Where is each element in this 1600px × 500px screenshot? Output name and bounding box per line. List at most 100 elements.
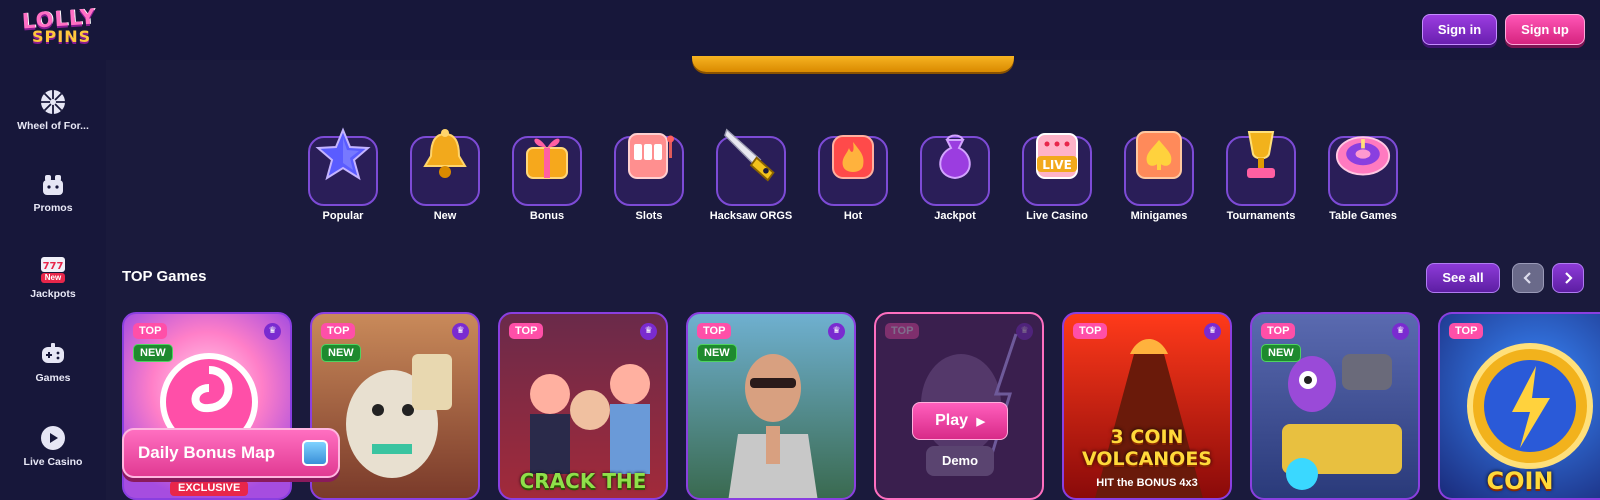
- category-label: Bonus: [529, 210, 565, 222]
- category-jackpot[interactable]: Jackpot: [910, 134, 1000, 223]
- sidebar-item-label: Wheel of For...: [17, 120, 89, 132]
- top-badge: TOP: [1073, 323, 1108, 339]
- category-label: Minigames: [1130, 210, 1188, 222]
- chevron-left-icon: [1523, 272, 1531, 284]
- wheel-icon: [39, 88, 67, 116]
- logo-text-line1: LOLLY: [21, 4, 97, 34]
- category-tile: [512, 136, 582, 206]
- top-badge: TOP: [697, 323, 732, 339]
- crown-icon: ♛: [1204, 323, 1221, 340]
- top-games-title: TOP Games: [122, 268, 207, 285]
- crown-icon: ♛: [452, 323, 469, 340]
- category-tile: [920, 134, 990, 206]
- category-label: Live Casino: [1026, 210, 1088, 222]
- game-thumbnail: [1064, 314, 1230, 498]
- new-badge: NEW: [697, 344, 737, 362]
- live-dice-icon: LIVE: [1029, 126, 1085, 182]
- play-label: Play: [935, 412, 968, 429]
- category-slots[interactable]: Slots: [604, 133, 694, 223]
- category-table-games[interactable]: Table Games: [1318, 136, 1408, 223]
- sidebar-item-label: Jackpots: [30, 288, 76, 300]
- crown-icon: ♛: [264, 323, 281, 340]
- gamepad-icon: [39, 340, 67, 368]
- exclusive-badge: EXCLUSIVE: [170, 481, 249, 496]
- category-label: Popular: [322, 210, 364, 222]
- sidebar-item-jackpots[interactable]: 777 New Jackpots: [0, 254, 106, 300]
- game-title: COIN: [1486, 467, 1554, 495]
- sidebar-item-label: Live Casino: [23, 456, 83, 468]
- category-label: Table Games: [1329, 210, 1397, 222]
- category-popular[interactable]: Popular: [298, 127, 388, 223]
- new-badge: NEW: [133, 344, 173, 362]
- category-tile: [1226, 131, 1296, 206]
- category-label: Tournaments: [1226, 210, 1296, 222]
- category-label: Hot: [843, 210, 863, 222]
- sign-in-button[interactable]: Sign in: [1422, 14, 1497, 45]
- category-tile: [818, 135, 888, 206]
- category-live-casino[interactable]: LIVE Live Casino: [1012, 133, 1102, 223]
- new-badge: New: [40, 273, 66, 283]
- sidebar-item-games[interactable]: Games: [0, 340, 106, 384]
- daily-bonus-map-button[interactable]: Daily Bonus Map: [122, 428, 340, 478]
- play-circle-icon: [39, 424, 67, 452]
- crown-icon: ♛: [640, 323, 657, 340]
- gift-icon: [302, 440, 328, 466]
- carousel-prev-button[interactable]: [1512, 263, 1544, 293]
- sidebar-item-live-casino[interactable]: Live Casino: [0, 424, 106, 468]
- category-hot[interactable]: Hot: [808, 135, 898, 223]
- crown-icon: ♛: [1016, 323, 1033, 340]
- new-badge: NEW: [321, 344, 361, 362]
- gift-icon: [39, 170, 67, 198]
- category-minigames[interactable]: Minigames: [1114, 131, 1204, 223]
- bell-icon: [417, 126, 473, 182]
- game-card[interactable]: TOP NEW ♛: [1250, 312, 1420, 500]
- slot-machine-icon: 777 New: [39, 254, 67, 284]
- sidebar-item-wheel-of-fortune[interactable]: Wheel of For...: [0, 88, 106, 132]
- play-button[interactable]: Play ▶: [912, 402, 1008, 440]
- game-card[interactable]: TOP ♛ CRACK THE: [498, 312, 668, 500]
- demo-button[interactable]: Demo: [926, 446, 994, 476]
- game-subtitle: HIT the BONUS 4x3: [1096, 477, 1198, 489]
- slot-machine-icon: [621, 126, 677, 182]
- game-thumbnail: [688, 314, 854, 498]
- chevron-right-icon: [1565, 272, 1573, 284]
- live-art-text: LIVE: [1042, 158, 1072, 172]
- category-bonus[interactable]: Bonus: [502, 136, 592, 223]
- top-badge: TOP: [1449, 323, 1484, 339]
- category-tile: [1328, 136, 1398, 206]
- see-all-button[interactable]: See all: [1426, 263, 1500, 293]
- sign-up-button[interactable]: Sign up: [1505, 14, 1585, 45]
- top-badge: TOP: [133, 323, 168, 339]
- game-card[interactable]: TOP NEW ♛: [686, 312, 856, 500]
- game-card[interactable]: TOP ♛ 3 COIN VOLCANOES HIT the BONUS 4x3: [1062, 312, 1232, 500]
- category-tile: [1124, 131, 1194, 206]
- money-bag-icon: [927, 126, 983, 182]
- new-badge: NEW: [1261, 344, 1301, 362]
- star-icon: [315, 126, 371, 182]
- roulette-icon: [1335, 126, 1391, 182]
- top-badge: TOP: [885, 323, 920, 339]
- carousel-next-button[interactable]: [1552, 263, 1584, 293]
- daily-bonus-label: Daily Bonus Map: [138, 443, 275, 462]
- saw-icon: [723, 126, 779, 182]
- category-tournaments[interactable]: Tournaments: [1216, 131, 1306, 223]
- category-tile: [614, 133, 684, 206]
- sidebar: LOLLY SPINS Wheel of For... Promos 777 N…: [0, 0, 106, 500]
- top-badge: TOP: [509, 323, 544, 339]
- category-hacksaw-orgs[interactable]: Hacksaw ORGS: [706, 128, 796, 223]
- spade-card-icon: [1131, 126, 1187, 182]
- game-card[interactable]: TOP COIN: [1438, 312, 1600, 500]
- top-badge: TOP: [321, 323, 356, 339]
- category-new[interactable]: New: [400, 129, 490, 223]
- category-label: Jackpot: [934, 210, 976, 222]
- category-label: New: [433, 210, 457, 222]
- svg-text:777: 777: [43, 261, 64, 272]
- promo-banner-edge[interactable]: [692, 56, 1014, 72]
- game-thumbnail: [1252, 314, 1418, 498]
- game-title: 3 COIN VOLCANOES: [1082, 426, 1212, 470]
- sidebar-item-label: Promos: [33, 202, 73, 214]
- sidebar-item-promos[interactable]: Promos: [0, 170, 106, 214]
- crown-icon: ♛: [828, 323, 845, 340]
- gift-box-icon: [519, 126, 575, 182]
- lollyspins-logo[interactable]: LOLLY SPINS: [21, 4, 97, 50]
